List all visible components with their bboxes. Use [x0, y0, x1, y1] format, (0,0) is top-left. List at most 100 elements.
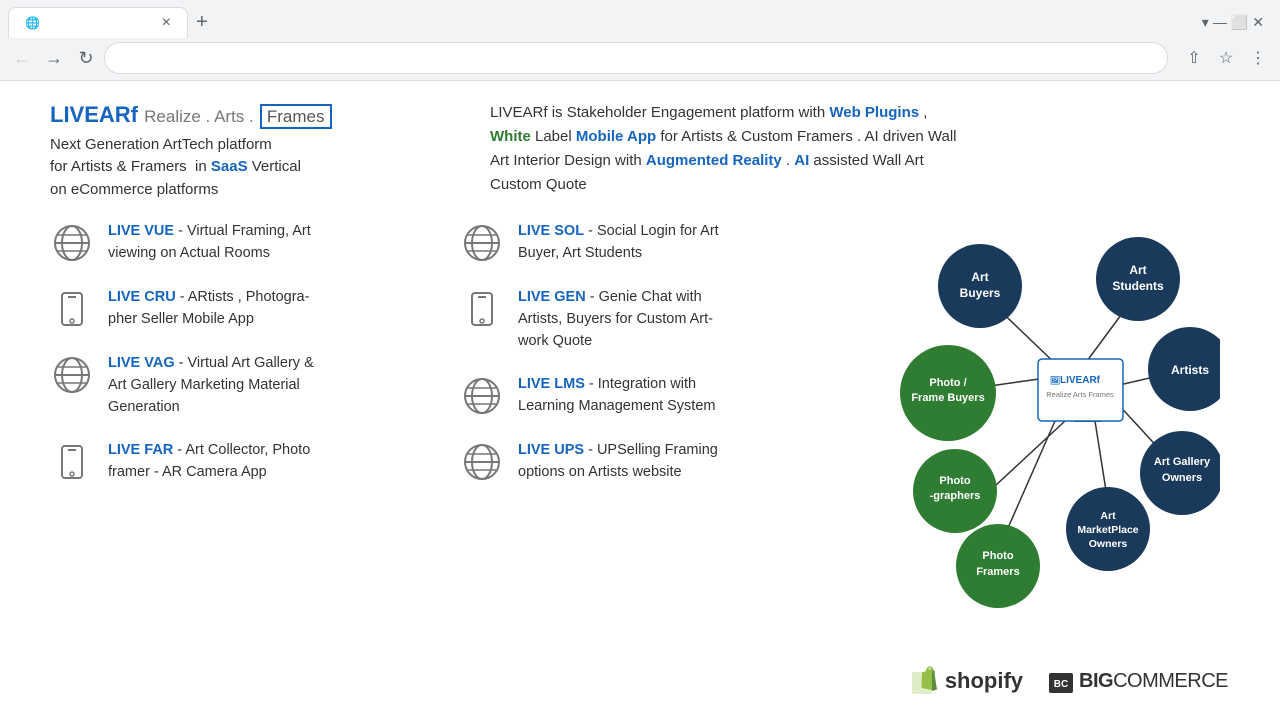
logo-section: LIVEARf Realize . Arts . Frames Next Gen… — [50, 101, 430, 201]
bigcommerce-icon: BC — [1047, 665, 1075, 697]
feature-ups: LIVE UPS - UPSelling Framingoptions on A… — [460, 440, 870, 484]
forward-button[interactable]: → — [40, 44, 68, 72]
sol-icon — [460, 221, 504, 265]
diagram-container: Art Buyers Art Students Artists Art Gall… — [880, 221, 1220, 621]
svg-text:Realize Arts Frames: Realize Arts Frames — [1046, 390, 1114, 399]
features-right: Art Buyers Art Students Artists Art Gall… — [870, 221, 1230, 621]
tab-favicon: 🌐 — [25, 16, 40, 30]
nav-bar: ← → ↻ ⇧ ☆ ⋮ — [0, 36, 1280, 80]
bigcommerce-logo: BC BIGCOMMERCE — [1047, 665, 1228, 697]
svg-text:Photo: Photo — [982, 550, 1013, 562]
browser-chrome: 🌐 × + ▾ — ⬜ ✕ ← → ↻ ⇧ ☆ ⋮ — [0, 0, 1280, 81]
sol-text: LIVE SOL - Social Login for ArtBuyer, Ar… — [518, 221, 719, 265]
vue-icon — [50, 221, 94, 265]
svg-text:Art: Art — [1100, 510, 1116, 522]
menu-button[interactable]: ⋮ — [1244, 44, 1272, 72]
nav-icons: ⇧ ☆ ⋮ — [1180, 44, 1272, 72]
far-name: LIVE FAR — [108, 442, 173, 458]
lms-name: LIVE LMS — [518, 376, 585, 392]
address-bar[interactable] — [104, 42, 1168, 74]
new-tab-button[interactable]: + — [188, 7, 216, 38]
feature-cru: LIVE CRU - ARtists , Photogra-pher Selle… — [50, 287, 460, 331]
feature-sol: LIVE SOL - Social Login for ArtBuyer, Ar… — [460, 221, 870, 265]
bookmark-button[interactable]: ☆ — [1212, 44, 1240, 72]
svg-text:Art Gallery: Art Gallery — [1154, 456, 1211, 468]
svg-text:🖼: 🖼 — [1050, 375, 1060, 385]
far-icon — [50, 440, 94, 484]
desc-text2: , — [919, 104, 927, 121]
svg-text:Framers: Framers — [976, 566, 1019, 578]
share-button[interactable]: ⇧ — [1180, 44, 1208, 72]
gen-icon — [460, 287, 504, 331]
svg-text:Students: Students — [1112, 279, 1164, 293]
cru-name: LIVE CRU — [108, 289, 176, 305]
desc-text3: Label — [531, 128, 576, 145]
svg-text:Photo /: Photo / — [929, 377, 966, 389]
svg-text:Artists: Artists — [1171, 363, 1209, 377]
header-section: LIVEARf Realize . Arts . Frames Next Gen… — [50, 101, 1230, 201]
saas-label: SaaS — [211, 158, 248, 175]
svg-text:Art: Art — [1129, 263, 1146, 277]
mobile-app-highlight: Mobile App — [576, 128, 656, 145]
reload-button[interactable]: ↻ — [72, 44, 100, 72]
active-tab[interactable]: 🌐 × — [8, 7, 188, 38]
logo-frames-box: Frames — [260, 104, 332, 129]
ai-highlight: AI — [794, 152, 809, 169]
shopify-logo: shopify — [907, 663, 1023, 699]
svg-text:Frame Buyers: Frame Buyers — [911, 392, 984, 404]
tab-close-button[interactable]: × — [162, 14, 171, 32]
svg-text:Owners: Owners — [1089, 538, 1128, 550]
features-center: LIVE SOL - Social Login for ArtBuyer, Ar… — [460, 221, 870, 621]
vue-name: LIVE VUE — [108, 223, 174, 239]
logo-live: LIVE — [50, 102, 99, 127]
svg-text:BC: BC — [1054, 679, 1068, 690]
ups-icon — [460, 440, 504, 484]
back-button[interactable]: ← — [8, 44, 36, 72]
vag-name: LIVE VAG — [108, 355, 175, 371]
vag-icon — [50, 353, 94, 397]
feature-lms: LIVE LMS - Integration withLearning Mana… — [460, 374, 870, 418]
far-text: LIVE FAR - Art Collector, Photoframer - … — [108, 440, 310, 484]
page-wrapper: LIVEARf Realize . Arts . Frames Next Gen… — [0, 81, 1280, 721]
tab-bar: 🌐 × + ▾ — ⬜ ✕ — [0, 0, 1280, 36]
white-highlight: White — [490, 128, 531, 145]
gen-text: LIVE GEN - Genie Chat withArtists, Buyer… — [518, 287, 713, 352]
vue-text: LIVE VUE - Virtual Framing, Artviewing o… — [108, 221, 311, 265]
lms-text: LIVE LMS - Integration withLearning Mana… — [518, 374, 715, 418]
svg-text:Buyers: Buyers — [960, 286, 1001, 300]
features-section: LIVE VUE - Virtual Framing, Artviewing o… — [50, 221, 1230, 621]
feature-gen: LIVE GEN - Genie Chat withArtists, Buyer… — [460, 287, 870, 352]
feature-vag: LIVE VAG - Virtual Art Gallery &Art Gall… — [50, 353, 460, 418]
logo-text: LIVEARf Realize . Arts . Frames — [50, 101, 430, 130]
ar-highlight: Augmented Reality — [646, 152, 782, 169]
logo-arf: ARf — [99, 102, 138, 127]
cru-icon — [50, 287, 94, 331]
svg-text:-graphers: -graphers — [930, 490, 981, 502]
desc-text1: LIVEARf is Stakeholder Engagement platfo… — [490, 104, 829, 121]
bigcommerce-text: BIGCOMMERCE — [1079, 670, 1228, 693]
ups-name: LIVE UPS — [518, 442, 584, 458]
stakeholder-diagram: Art Buyers Art Students Artists Art Gall… — [880, 221, 1220, 621]
cru-text: LIVE CRU - ARtists , Photogra-pher Selle… — [108, 287, 309, 331]
shopify-icon — [907, 663, 939, 699]
features-left: LIVE VUE - Virtual Framing, Artviewing o… — [50, 221, 460, 621]
svg-text:Photo: Photo — [939, 475, 970, 487]
sol-name: LIVE SOL — [518, 223, 584, 239]
logo-subtitle: Next Generation ArtTech platform for Art… — [50, 134, 430, 202]
svg-text:Art: Art — [971, 270, 988, 284]
page-content: LIVEARf Realize . Arts . Frames Next Gen… — [0, 81, 1280, 721]
vag-text: LIVE VAG - Virtual Art Gallery &Art Gall… — [108, 353, 314, 418]
feature-vue: LIVE VUE - Virtual Framing, Artviewing o… — [50, 221, 460, 265]
ups-text: LIVE UPS - UPSelling Framingoptions on A… — [518, 440, 718, 484]
partner-logos: shopify BC BIGCOMMERCE — [907, 663, 1228, 699]
svg-text:Owners: Owners — [1162, 472, 1202, 484]
logo-realize: Realize . Arts . — [144, 107, 254, 126]
svg-text:MarketPlace: MarketPlace — [1077, 524, 1138, 536]
desc-section: LIVEARf is Stakeholder Engagement platfo… — [490, 101, 1230, 201]
web-plugins-highlight: Web Plugins — [829, 104, 919, 121]
lms-icon — [460, 374, 504, 418]
gen-name: LIVE GEN — [518, 289, 586, 305]
shopify-text: shopify — [945, 668, 1023, 694]
feature-far: LIVE FAR - Art Collector, Photoframer - … — [50, 440, 460, 484]
svg-text:LIVEARf: LIVEARf — [1060, 375, 1101, 386]
